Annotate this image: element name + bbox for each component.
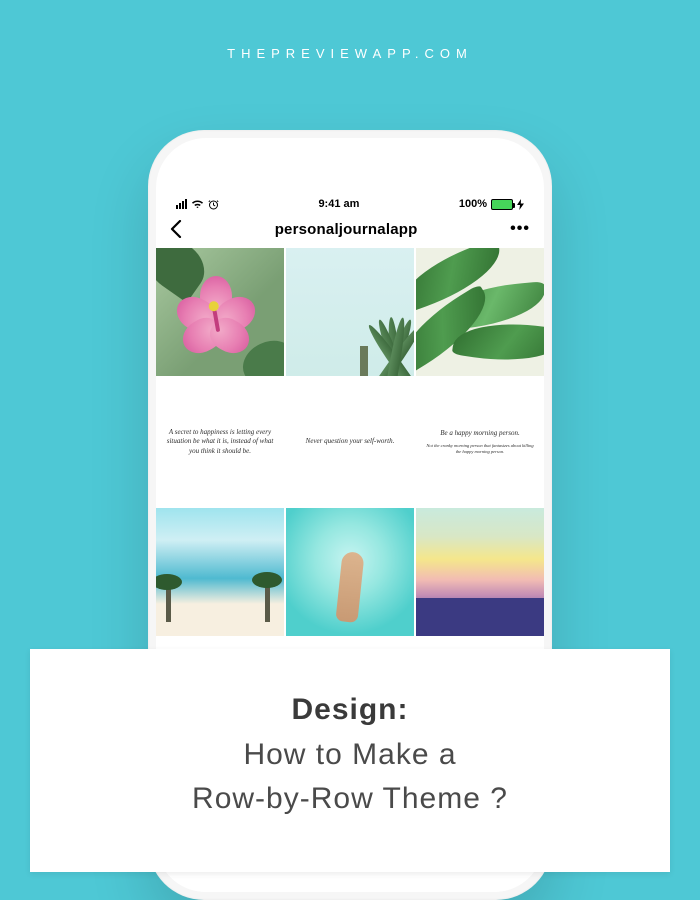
quote-subtext: Not the cranky morning person that fanta… <box>424 443 536 455</box>
battery-percent: 100% <box>459 198 487 210</box>
charging-icon <box>517 199 524 210</box>
caption-title-line: Row-by-Row Theme ? <box>192 782 508 815</box>
grid-image-ocean[interactable] <box>286 508 414 636</box>
status-right: 100% <box>459 198 524 210</box>
caption-title: How to Make a Row-by-Row Theme ? <box>54 733 646 820</box>
status-bar: 9:41 am 100% <box>156 192 544 212</box>
alarm-icon <box>208 199 219 210</box>
status-time: 9:41 am <box>318 198 359 210</box>
quote-text: Be a happy morning person. <box>440 429 520 438</box>
back-icon[interactable] <box>170 220 182 238</box>
profile-username[interactable]: personaljournalapp <box>275 221 418 238</box>
grid-quote[interactable]: Never question your self-worth. <box>286 378 414 506</box>
caption-card: Design: How to Make a Row-by-Row Theme ? <box>30 649 670 872</box>
wifi-icon <box>191 199 204 209</box>
site-watermark: THEPREVIEWAPP.COM <box>0 46 700 61</box>
quote-text: Never question your self-worth. <box>306 437 395 446</box>
grid-image-palm[interactable] <box>286 248 414 376</box>
quote-text: A secret to happiness is letting every s… <box>164 428 276 456</box>
signal-icon <box>176 199 187 209</box>
more-icon[interactable]: ••• <box>510 220 530 238</box>
grid-image-sunset[interactable] <box>416 508 544 636</box>
grid-image-hibiscus[interactable] <box>156 248 284 376</box>
grid-image-beach[interactable] <box>156 508 284 636</box>
grid-quote[interactable]: Be a happy morning person. Not the crank… <box>416 378 544 506</box>
battery-icon <box>491 199 513 210</box>
caption-label: Design: <box>54 693 646 727</box>
caption-title-line: How to Make a <box>243 738 456 771</box>
grid-image-banana[interactable] <box>416 248 544 376</box>
nav-bar: personaljournalapp ••• <box>156 212 544 248</box>
status-left <box>176 199 219 210</box>
grid-quote[interactable]: A secret to happiness is letting every s… <box>156 378 284 506</box>
